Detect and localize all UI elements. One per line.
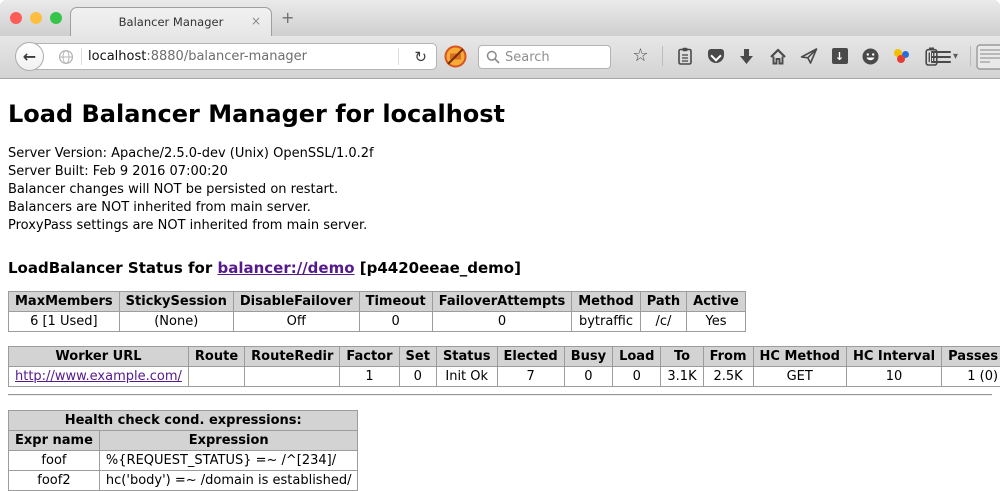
pocket-icon[interactable] [706, 45, 725, 67]
url-separator [81, 48, 82, 65]
url-path: :8880/balancer-manager [146, 49, 307, 64]
extension-download-box-icon[interactable]: ↓ [830, 45, 849, 67]
menu-icon[interactable] [931, 48, 951, 66]
balancer-params-table: MaxMembers StickySession DisableFailover… [8, 291, 746, 332]
bookmark-star-icon[interactable]: ☆ [631, 45, 650, 67]
tab-groups-icon[interactable] [976, 44, 1000, 70]
server-info: Server Version: Apache/2.5.0-dev (Unix) … [8, 145, 992, 235]
page-content: Load Balancer Manager for localhost Serv… [0, 79, 1000, 491]
balancer-status-heading: LoadBalancer Status for balancer://demo … [8, 259, 992, 277]
table-row: http://www.example.com/ 1 0 Init Ok 7 0 … [9, 367, 1000, 387]
table-header-row: MaxMembers StickySession DisableFailover… [9, 292, 746, 312]
search-icon [486, 50, 500, 64]
smiley-chat-icon[interactable] [861, 45, 880, 67]
home-icon[interactable] [768, 45, 787, 67]
reload-icon[interactable]: ↻ [405, 48, 436, 66]
worker-table: Worker URL Route RouteRedir Factor Set S… [8, 346, 1000, 387]
browser-window: Balancer Manager × + ← localhost:8880/ba… [0, 0, 1000, 491]
search-input[interactable] [505, 50, 600, 65]
minimize-window-button[interactable] [30, 12, 42, 24]
tab-balancer-manager[interactable]: Balancer Manager × [70, 7, 272, 36]
tab-close-icon[interactable]: × [251, 14, 261, 28]
window-controls [10, 12, 62, 24]
health-check-table: Health check cond. expressions: Expr nam… [8, 410, 358, 491]
overflow-caret-icon[interactable]: ▾ [953, 51, 958, 62]
url-text[interactable]: localhost:8880/balancer-manager [88, 49, 307, 64]
url-bar[interactable]: localhost:8880/balancer-manager ↻ [29, 43, 437, 70]
colored-dots-extension-icon[interactable] [892, 48, 910, 64]
titlebar: Balancer Manager × + [0, 0, 1000, 36]
inherit-note-line: Balancers are NOT inherited from main se… [8, 199, 992, 217]
table-row: 6 [1 Used] (None) Off 0 0 bytraffic /c/ … [9, 312, 746, 332]
balancer-demo-link[interactable]: balancer://demo [217, 259, 354, 277]
section-divider [8, 394, 992, 396]
table-header-row: Worker URL Route RouteRedir Factor Set S… [9, 347, 1000, 367]
table-row: foof %{REQUEST_STATUS} =~ /^[234]/ [9, 451, 358, 471]
plugin-blocked-icon[interactable] [444, 45, 467, 68]
tab-title: Balancer Manager [119, 15, 224, 29]
server-built-line: Server Built: Feb 9 2016 07:00:20 [8, 163, 992, 181]
page-title: Load Balancer Manager for localhost [8, 79, 992, 128]
downloads-icon[interactable] [737, 45, 756, 67]
send-plane-icon[interactable] [799, 45, 818, 67]
back-button[interactable]: ← [15, 42, 44, 71]
table-header-row: Expr name Expression [9, 431, 358, 451]
back-arrow-icon: ← [23, 47, 36, 66]
globe-icon [56, 46, 75, 68]
proxypass-note-line: ProxyPass settings are NOT inherited fro… [8, 217, 992, 235]
persist-note-line: Balancer changes will NOT be persisted o… [8, 181, 992, 199]
worker-url-link[interactable]: http://www.example.com/ [15, 369, 182, 384]
close-window-button[interactable] [10, 12, 22, 24]
navigation-toolbar: ← localhost:8880/balancer-manager ↻ ☆ [0, 36, 1000, 79]
clipboard-icon[interactable] [675, 45, 694, 67]
server-version-line: Server Version: Apache/2.5.0-dev (Unix) … [8, 145, 992, 163]
zoom-window-button[interactable] [50, 12, 62, 24]
table-title-row: Health check cond. expressions: [9, 411, 358, 431]
new-tab-button[interactable]: + [281, 9, 294, 27]
url-host: localhost [88, 49, 146, 64]
table-row: foof2 hc('body') =~ /domain is establish… [9, 471, 358, 491]
search-bar [478, 45, 611, 69]
